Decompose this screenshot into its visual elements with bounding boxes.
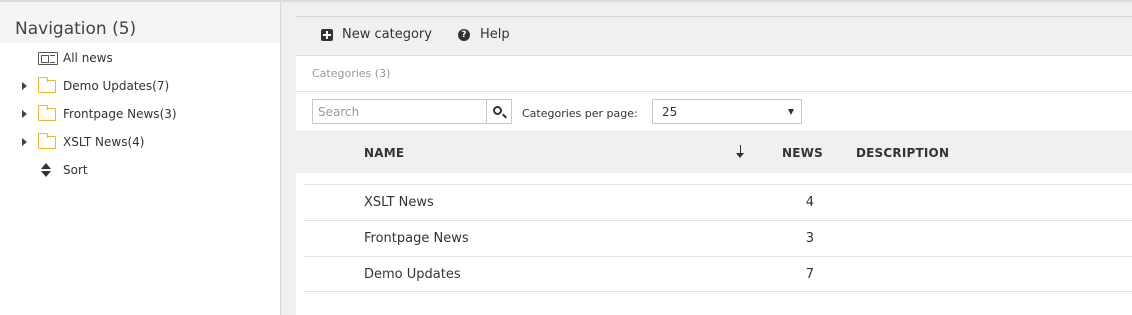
news-count: 3 — [805, 231, 814, 246]
sidebar-item-label: All news — [63, 51, 113, 65]
column-header-name[interactable]: NAME — [364, 146, 404, 160]
dropdown-arrow-icon — [788, 109, 794, 115]
newspaper-icon — [38, 51, 58, 65]
sidebar-item-sort[interactable]: Sort — [0, 160, 281, 180]
new-category-button[interactable]: New category — [321, 27, 432, 42]
table-row[interactable]: XSLT News 4 — [304, 184, 1132, 220]
sidebar-item-label: Sort — [63, 163, 88, 177]
sidebar-item-label: XSLT News(4) — [63, 135, 145, 149]
folder-icon — [37, 132, 56, 149]
column-header-news[interactable]: NEWS — [782, 146, 823, 160]
category-name[interactable]: Frontpage News — [364, 231, 469, 246]
help-button[interactable]: ? Help — [458, 27, 510, 42]
news-count: 7 — [805, 267, 814, 282]
sort-descending-icon[interactable] — [736, 145, 746, 159]
section-title: Categories (3) — [312, 67, 391, 80]
toolbar: New category ? Help — [296, 16, 1132, 56]
sidebar-item-demo-updates[interactable]: Demo Updates(7) — [0, 76, 281, 96]
sort-icon — [41, 163, 51, 177]
main-panel: New category ? Help Categories (3) Categ… — [296, 16, 1132, 315]
sidebar-title: Navigation (5) — [0, 2, 280, 43]
category-name[interactable]: XSLT News — [364, 195, 434, 210]
expand-caret-icon[interactable] — [22, 110, 27, 118]
expand-caret-icon[interactable] — [22, 82, 27, 90]
category-name[interactable]: Demo Updates — [364, 267, 461, 282]
search-input[interactable] — [312, 99, 487, 124]
search-box — [312, 99, 512, 124]
sidebar-item-label: Demo Updates(7) — [63, 79, 170, 93]
expand-caret-icon[interactable] — [22, 138, 27, 146]
folder-icon — [37, 104, 56, 121]
table-header: NAME NEWS DESCRIPTION — [296, 131, 1132, 173]
navigation-sidebar: Navigation (5) All news Demo Updates(7) … — [0, 2, 281, 315]
search-button[interactable] — [487, 99, 512, 124]
sidebar-item-all-news[interactable]: All news — [0, 48, 281, 68]
divider — [296, 91, 1132, 92]
categories-table-body: XSLT News 4 Frontpage News 3 Demo Update… — [304, 184, 1132, 292]
new-category-label: New category — [342, 27, 432, 42]
table-row[interactable]: Demo Updates 7 — [304, 256, 1132, 292]
news-count: 4 — [805, 195, 814, 210]
per-page-value: 25 — [662, 105, 678, 119]
table-row[interactable]: Frontpage News 3 — [304, 220, 1132, 256]
sidebar-item-xslt-news[interactable]: XSLT News(4) — [0, 132, 281, 152]
column-header-description[interactable]: DESCRIPTION — [856, 146, 949, 160]
sidebar-item-label: Frontpage News(3) — [63, 107, 177, 121]
question-circle-icon: ? — [458, 28, 470, 41]
sidebar-item-frontpage-news[interactable]: Frontpage News(3) — [0, 104, 281, 124]
folder-icon — [37, 76, 56, 93]
per-page-select[interactable]: 25 — [652, 99, 802, 124]
per-page-label: Categories per page: — [522, 107, 638, 120]
help-label: Help — [480, 27, 510, 42]
plus-square-icon — [321, 28, 333, 41]
search-icon — [493, 106, 502, 115]
